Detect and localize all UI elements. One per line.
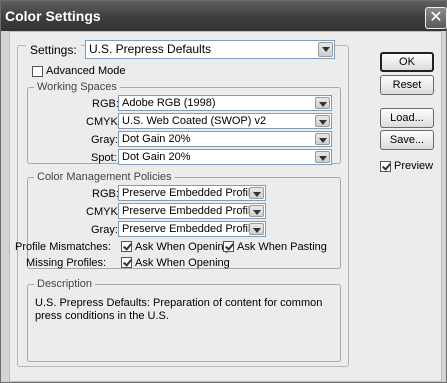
gray-policy-dropdown[interactable]: Preserve Embedded Profiles — [118, 221, 266, 237]
chevron-down-icon — [315, 133, 330, 145]
title-bar[interactable]: Color Settings ✕ — [1, 1, 447, 31]
mismatch-ask-pasting-checkbox[interactable] — [223, 241, 234, 252]
cmyk-working-space-value: U.S. Web Coated (SWOP) v2 — [122, 115, 267, 127]
settings-dropdown[interactable]: U.S. Prepress Defaults — [85, 40, 335, 59]
advanced-mode-label: Advanced Mode — [46, 65, 126, 77]
missing-ask-opening-checkbox[interactable] — [121, 257, 132, 268]
spot-label: Spot: — [91, 152, 117, 164]
close-button[interactable]: ✕ — [425, 7, 447, 29]
settings-value: U.S. Prepress Defaults — [89, 42, 212, 56]
gray-working-space-dropdown[interactable]: Dot Gain 20% — [118, 131, 332, 147]
rgb-policy-dropdown[interactable]: Preserve Embedded Profiles — [118, 185, 266, 201]
ok-button[interactable]: OK — [380, 52, 434, 72]
cmyk-policy-value: Preserve Embedded Profiles — [122, 205, 263, 217]
missing-profiles-label: Missing Profiles: — [26, 257, 107, 269]
spot-working-space-value: Dot Gain 20% — [122, 151, 191, 163]
policies-legend: Color Management Policies — [34, 171, 175, 183]
chevron-down-icon — [249, 205, 264, 217]
working-spaces-legend: Working Spaces — [34, 81, 120, 93]
close-icon: ✕ — [429, 9, 443, 26]
missing-ask-opening-label: Ask When Opening — [135, 257, 230, 269]
rgb-working-space-value: Adobe RGB (1998) — [122, 97, 216, 109]
chevron-down-icon — [315, 97, 330, 109]
chevron-down-icon — [318, 42, 333, 57]
color-settings-dialog: Color Settings ✕ Settings: U.S. Prepress… — [0, 0, 447, 383]
description-legend: Description — [34, 278, 96, 290]
rgb-label: RGB: — [92, 98, 119, 110]
settings-label: Settings: — [26, 43, 81, 57]
dialog-body: Settings: U.S. Prepress Defaults Advance… — [9, 31, 442, 382]
load-button[interactable]: Load... — [380, 108, 434, 128]
preview-label: Preview — [394, 160, 434, 172]
chevron-down-icon — [315, 115, 330, 127]
chevron-down-icon — [249, 187, 264, 199]
gray-label: Gray: — [91, 134, 118, 146]
chevron-down-icon — [315, 151, 330, 163]
preview-checkbox[interactable] — [380, 161, 391, 172]
mismatch-ask-opening-checkbox[interactable] — [121, 241, 132, 252]
description-group: Description U.S. Prepress Defaults: Prep… — [27, 278, 341, 362]
description-text: U.S. Prepress Defaults: Preparation of c… — [35, 297, 323, 322]
policy-gray-label: Gray: — [91, 224, 118, 236]
rgb-policy-value: Preserve Embedded Profiles — [122, 187, 263, 199]
mismatch-ask-pasting-label: Ask When Pasting — [237, 241, 327, 253]
policy-rgb-label: RGB: — [92, 188, 119, 200]
mismatch-ask-opening-label: Ask When Opening — [135, 241, 230, 253]
cmyk-policy-dropdown[interactable]: Preserve Embedded Profiles — [118, 203, 266, 219]
cmyk-label: CMYK: — [86, 116, 121, 128]
save-button[interactable]: Save... — [380, 130, 434, 150]
rgb-working-space-dropdown[interactable]: Adobe RGB (1998) — [118, 95, 332, 111]
reset-button[interactable]: Reset — [380, 75, 434, 95]
cmyk-working-space-dropdown[interactable]: U.S. Web Coated (SWOP) v2 — [118, 113, 332, 129]
spot-working-space-dropdown[interactable]: Dot Gain 20% — [118, 149, 332, 165]
gray-policy-value: Preserve Embedded Profiles — [122, 223, 263, 235]
gray-working-space-value: Dot Gain 20% — [122, 133, 191, 145]
chevron-down-icon — [249, 223, 264, 235]
advanced-mode-checkbox[interactable] — [32, 66, 43, 77]
policy-cmyk-label: CMYK: — [86, 206, 121, 218]
profile-mismatches-label: Profile Mismatches: — [15, 241, 111, 253]
dialog-title: Color Settings — [5, 8, 101, 24]
